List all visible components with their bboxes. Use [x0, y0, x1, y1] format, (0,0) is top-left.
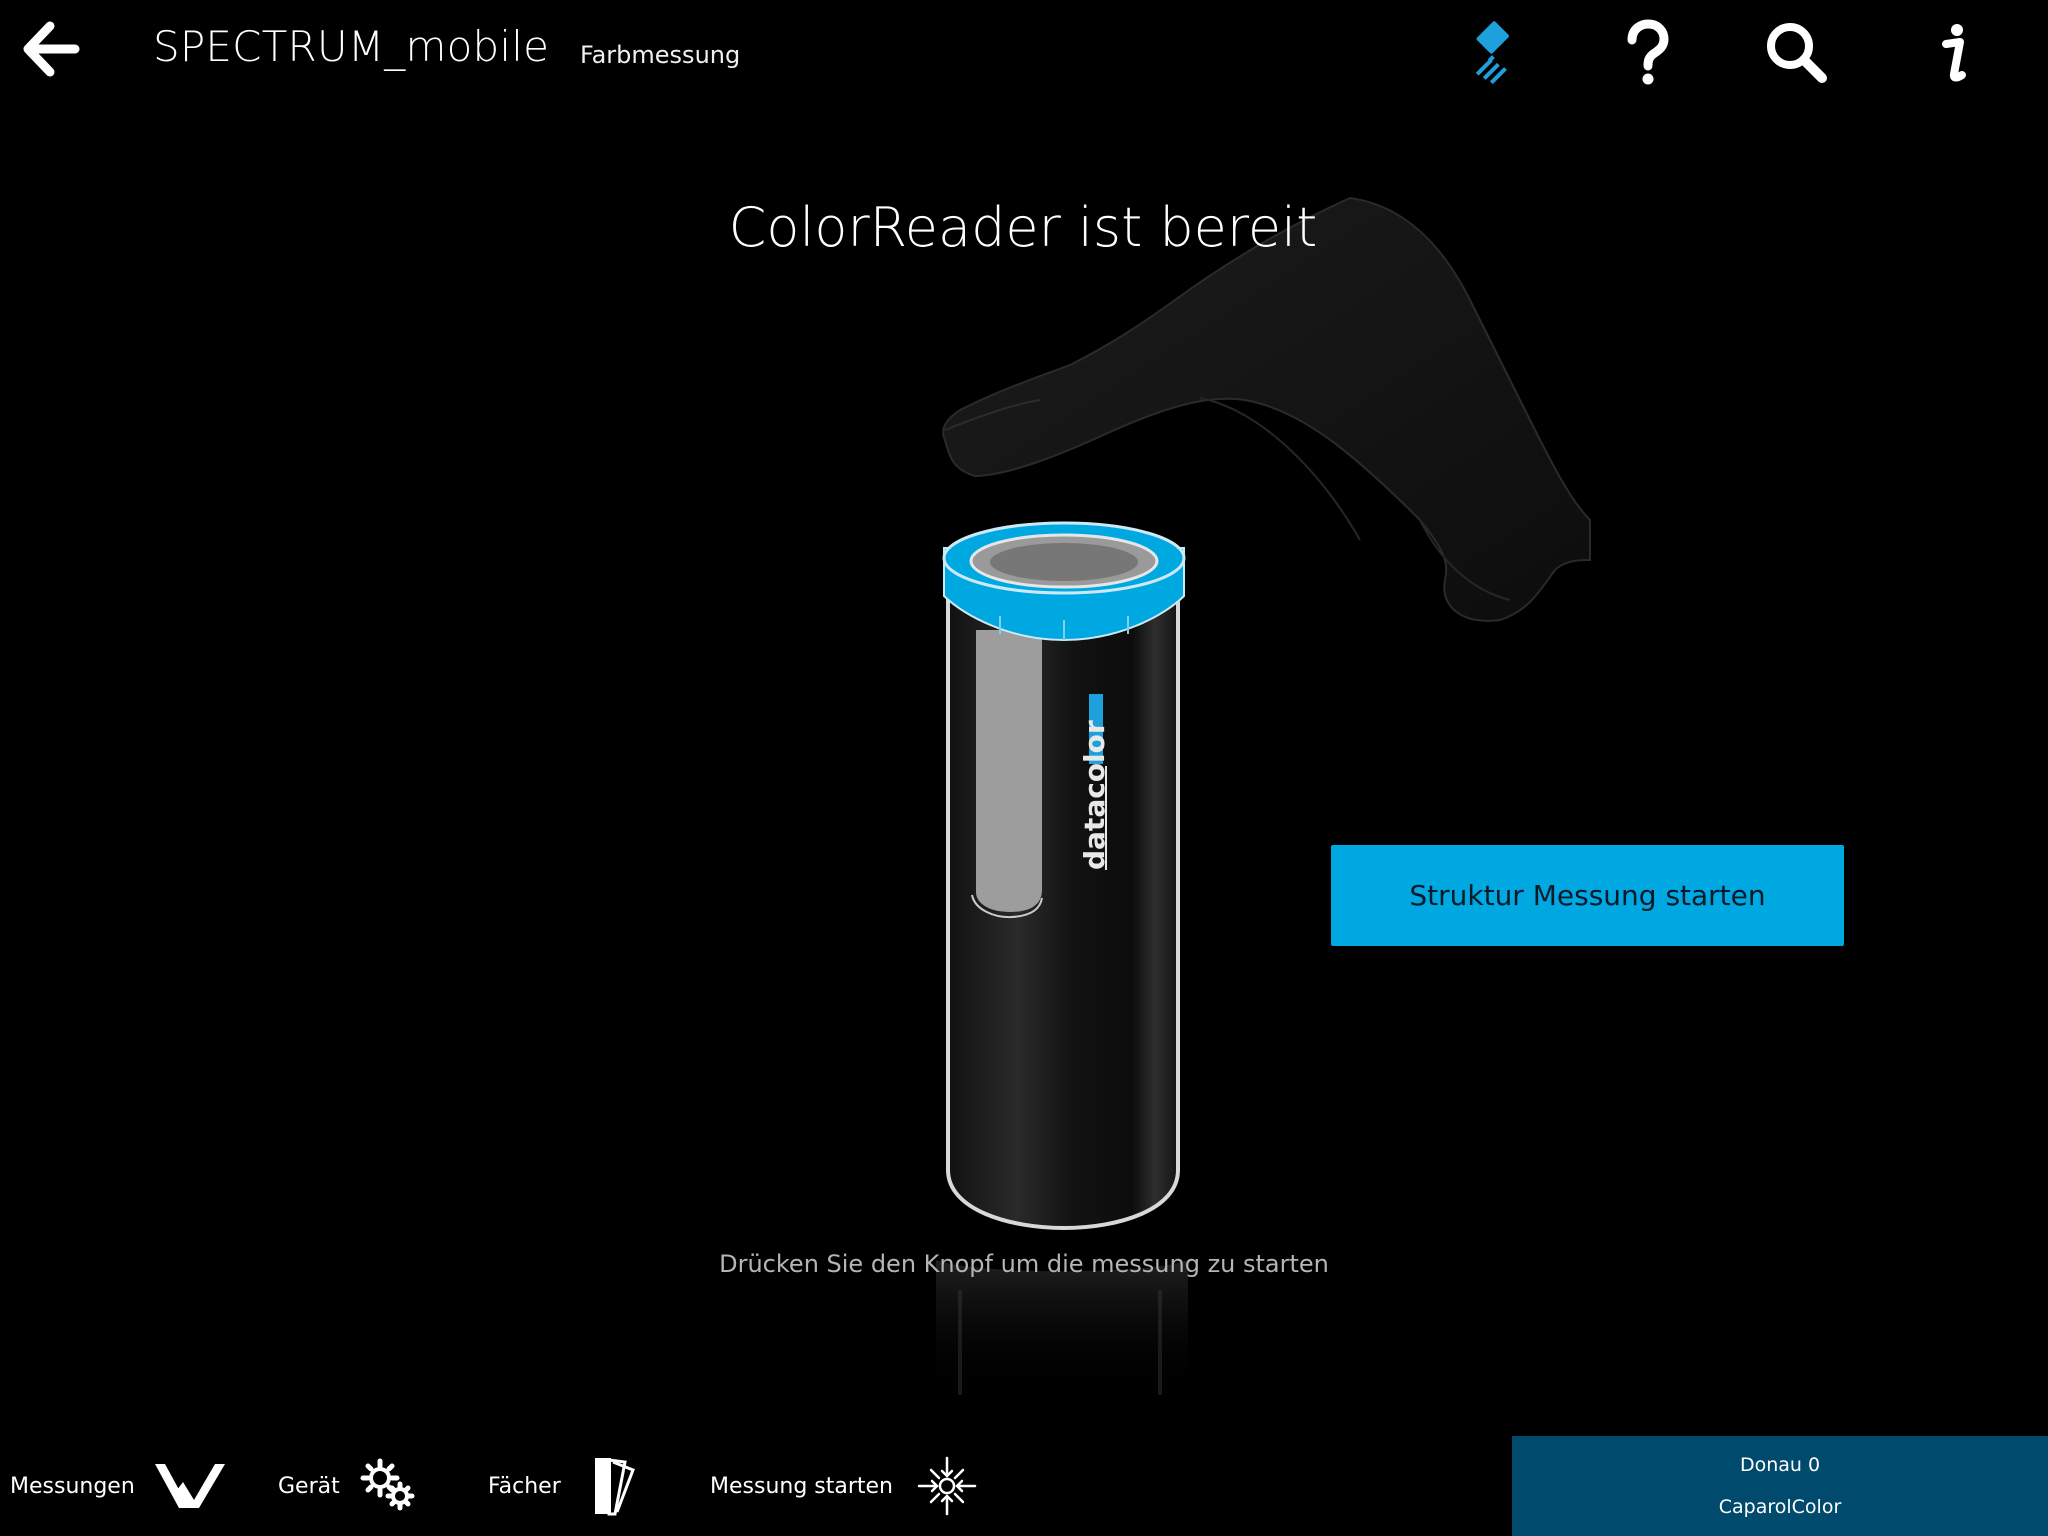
selected-color-name: Donau 0 [1739, 1454, 1821, 1476]
app-title: SPECTRUM_mobile [153, 22, 550, 71]
device-cap [942, 521, 1186, 642]
device-status-title: ColorReader ist bereit [0, 196, 2048, 259]
search-icon [1767, 23, 1827, 83]
device-reflection [936, 1260, 1188, 1395]
device-tab[interactable]: Gerät [278, 1436, 420, 1536]
bottom-toolbar: Messungen Gerät Fächer Messung starten [0, 1436, 1512, 1536]
fan-deck-icon [594, 1458, 635, 1516]
back-button[interactable] [20, 18, 84, 82]
page-subtitle: Farbmessung [580, 41, 741, 69]
instruction-hint: Drücken Sie den Knopf um die messung zu … [719, 1250, 1329, 1278]
device-tab-label: Gerät [278, 1473, 340, 1499]
hand-illustration [942, 196, 1591, 622]
start-measurement-icon [917, 1456, 977, 1516]
measure-device-icon [1475, 21, 1509, 85]
measurements-tab-label: Messungen [10, 1473, 135, 1499]
help-icon [1627, 19, 1669, 85]
info-button[interactable] [1918, 18, 1988, 88]
device-brand-label: datacolor [1078, 720, 1111, 870]
measurements-icon [154, 1464, 225, 1508]
top-bar: SPECTRUM_mobile Farbmessung [0, 0, 2048, 110]
measurements-tab[interactable]: Messungen [10, 1436, 229, 1536]
selected-color-collection: CaparolColor [1718, 1496, 1842, 1518]
measure-device-button[interactable] [1462, 18, 1532, 88]
start-structure-measurement-button[interactable]: Struktur Messung starten [1331, 845, 1844, 946]
colorreader-device: datacolor [946, 598, 1180, 1231]
start-measurement-tab[interactable]: Messung starten [710, 1436, 977, 1536]
selected-color-panel[interactable]: Donau 0 CaparolColor [1512, 1436, 2048, 1536]
search-button[interactable] [1762, 18, 1832, 88]
app-screen: SPECTRUM_mobile Farbmessung datacolor Co… [0, 0, 2048, 1536]
fan-deck-tab-label: Fächer [488, 1473, 561, 1499]
back-arrow-icon [23, 21, 80, 77]
start-measurement-tab-label: Messung starten [710, 1473, 894, 1499]
gears-icon [360, 1458, 415, 1511]
help-button[interactable] [1612, 18, 1682, 88]
fan-deck-tab[interactable]: Fächer [488, 1436, 639, 1536]
info-icon [1942, 24, 1966, 82]
device-status-text: ColorReader ist bereit [728, 196, 1318, 259]
